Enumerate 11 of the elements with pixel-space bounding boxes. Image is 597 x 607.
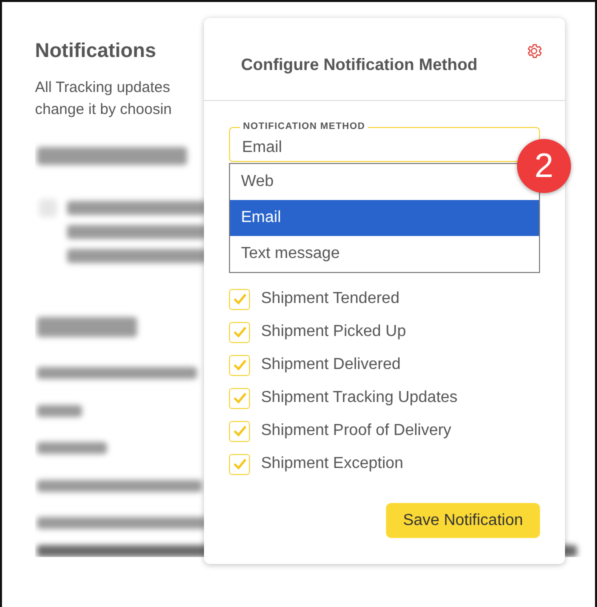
step-callout-tooltip: 2 [517, 139, 571, 193]
checkbox-label: Shipment Delivered [261, 356, 401, 374]
checkbox-label: Shipment Tendered [261, 290, 400, 308]
intro-text: change it by choosin [35, 100, 173, 120]
checkbox-label: Shipment Tracking Updates [261, 389, 458, 407]
dialog-title: Configure Notification Method [241, 56, 478, 75]
checkbox-label: Shipment Proof of Delivery [261, 422, 452, 440]
checkbox-label: Shipment Picked Up [261, 323, 406, 341]
page-title: Notifications [35, 40, 156, 63]
checkbox-label: Shipment Exception [261, 455, 404, 473]
intro-text: All Tracking updates [35, 78, 172, 98]
